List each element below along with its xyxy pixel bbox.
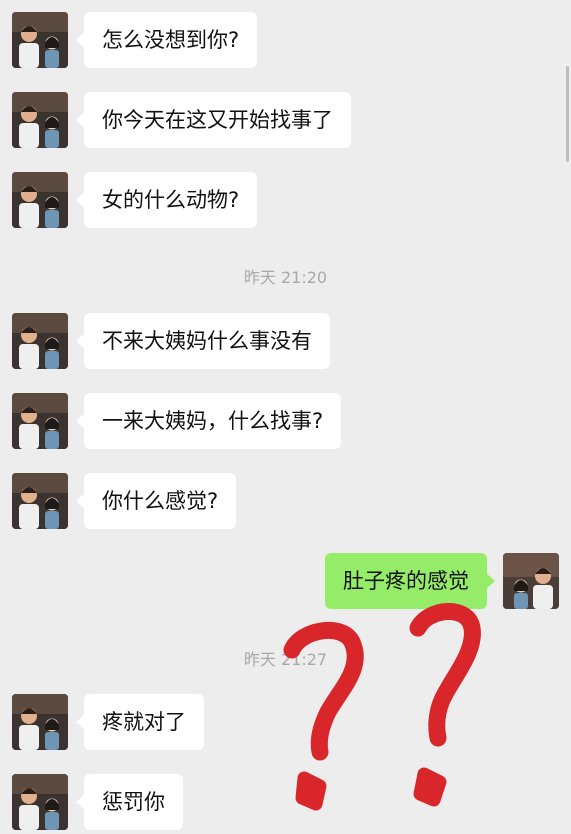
- message-row: 疼就对了: [0, 694, 571, 754]
- avatar-illustration-icon: [12, 473, 68, 529]
- scrollbar[interactable]: [566, 66, 569, 162]
- contact-avatar[interactable]: [12, 694, 68, 750]
- contact-avatar[interactable]: [12, 473, 68, 529]
- contact-avatar[interactable]: [12, 774, 68, 830]
- message-row: 你什么感觉?: [0, 473, 571, 533]
- message-row: 你今天在这又开始找事了: [0, 92, 571, 152]
- avatar-illustration-icon: [12, 393, 68, 449]
- contact-avatar[interactable]: [12, 12, 68, 68]
- avatar-illustration-icon: [12, 92, 68, 148]
- avatar-illustration-icon: [503, 553, 559, 609]
- message-row: 肚子疼的感觉: [0, 553, 571, 613]
- message-bubble[interactable]: 不来大姨妈什么事没有: [76, 313, 330, 369]
- contact-avatar[interactable]: [12, 172, 68, 228]
- contact-avatar[interactable]: [12, 92, 68, 148]
- message-row: 一来大姨妈，什么找事?: [0, 393, 571, 453]
- avatar-illustration-icon: [12, 172, 68, 228]
- self-avatar[interactable]: [503, 553, 559, 609]
- chat-window: 怎么没想到你? 你今天在这又开始找事了 女的什么动物? 昨天 21:20 不来大…: [0, 0, 571, 834]
- message-bubble[interactable]: 女的什么动物?: [75, 172, 258, 228]
- message-bubble[interactable]: 你今天在这又开始找事了: [76, 92, 351, 148]
- avatar-illustration-icon: [12, 694, 68, 750]
- avatar-illustration-icon: [12, 12, 68, 68]
- message-bubble[interactable]: 你什么感觉?: [75, 473, 237, 529]
- message-row: 怎么没想到你?: [0, 12, 571, 72]
- message-bubble[interactable]: 怎么没想到你?: [75, 12, 258, 68]
- timestamp: 昨天 21:20: [243, 268, 328, 287]
- message-row: 惩罚你: [0, 774, 571, 834]
- message-row: 不来大姨妈什么事没有: [0, 313, 571, 373]
- message-bubble[interactable]: 一来大姨妈，什么找事?: [75, 393, 342, 449]
- avatar-illustration-icon: [12, 774, 68, 830]
- avatar-illustration-icon: [12, 313, 68, 369]
- contact-avatar[interactable]: [12, 393, 68, 449]
- message-row: 女的什么动物?: [0, 172, 571, 232]
- contact-avatar[interactable]: [12, 313, 68, 369]
- message-bubble[interactable]: 惩罚你: [76, 774, 183, 830]
- message-bubble[interactable]: 疼就对了: [76, 694, 204, 750]
- timestamp: 昨天 21:27: [243, 650, 328, 669]
- message-bubble-self[interactable]: 肚子疼的感觉: [325, 553, 495, 609]
